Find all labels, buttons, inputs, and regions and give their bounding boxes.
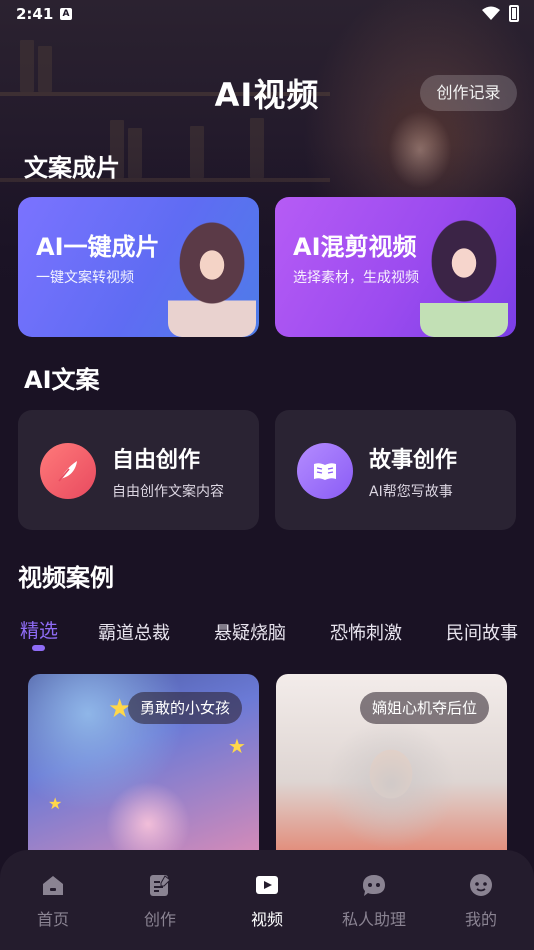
tool-title: 自由创作 bbox=[112, 448, 201, 473]
star-decoration: ★ bbox=[228, 734, 246, 758]
card-character-image bbox=[420, 215, 508, 337]
feather-icon bbox=[40, 443, 96, 499]
nav-video[interactable]: 视频 bbox=[222, 872, 312, 930]
nav-label: 创作 bbox=[143, 910, 176, 929]
tab-horror[interactable]: 恐怖刺激 bbox=[330, 619, 402, 645]
tab-folk-tales[interactable]: 民间故事 bbox=[446, 619, 518, 645]
chat-bubble-icon bbox=[363, 875, 385, 896]
creation-record-button[interactable]: 创作记录 bbox=[420, 75, 517, 111]
profile-icon bbox=[470, 874, 492, 896]
story-creation-card[interactable]: 故事创作 AI帮您写故事 bbox=[275, 410, 516, 530]
tab-suspense[interactable]: 悬疑烧脑 bbox=[214, 619, 286, 645]
home-icon bbox=[43, 876, 63, 895]
card-title: AI一键成片 bbox=[36, 233, 160, 261]
card-subtitle: 一键文案转视频 bbox=[36, 270, 134, 286]
nav-label: 私人助理 bbox=[341, 910, 406, 929]
star-decoration: ★ bbox=[48, 794, 63, 813]
bottom-navigation: 首页 创作 视频 私人助理 我的 bbox=[0, 850, 534, 950]
nav-label: 我的 bbox=[464, 910, 497, 929]
nav-home[interactable]: 首页 bbox=[8, 872, 98, 930]
tab-featured[interactable]: 精选 bbox=[20, 616, 58, 643]
status-time: 2:41 bbox=[16, 5, 54, 23]
section-title-ai-copy: AI文案 bbox=[24, 366, 100, 394]
case-title: 勇敢的小女孩 bbox=[128, 692, 243, 724]
ai-one-click-film-card[interactable]: AI一键成片 一键文案转视频 bbox=[18, 197, 259, 337]
card-subtitle: 选择素材，生成视频 bbox=[293, 270, 419, 286]
video-case-card[interactable]: 嫡姐心机夺后位 bbox=[276, 674, 507, 854]
nav-profile[interactable]: 我的 bbox=[436, 872, 526, 930]
notification-icon: A bbox=[60, 8, 72, 20]
nav-create[interactable]: 创作 bbox=[115, 872, 205, 930]
edit-icon bbox=[150, 875, 171, 896]
free-creation-card[interactable]: 自由创作 自由创作文案内容 bbox=[18, 410, 259, 530]
case-title: 嫡姐心机夺后位 bbox=[360, 692, 490, 724]
nav-assistant[interactable]: 私人助理 bbox=[329, 872, 419, 930]
category-tabs: 精选 霸道总裁 悬疑烧脑 恐怖刺激 民间故事 bbox=[0, 613, 534, 659]
video-play-icon bbox=[256, 876, 278, 894]
section-title-copy-to-film: 文案成片 bbox=[24, 154, 120, 182]
card-character-image bbox=[168, 215, 256, 337]
video-case-card[interactable]: ★ ★ ★ 勇敢的小女孩 bbox=[28, 674, 259, 854]
section-title-video-cases: 视频案例 bbox=[18, 564, 114, 592]
tool-title: 故事创作 bbox=[369, 448, 458, 473]
tool-subtitle: 自由创作文案内容 bbox=[112, 484, 224, 500]
ai-mix-video-card[interactable]: AI混剪视频 选择素材，生成视频 bbox=[275, 197, 516, 337]
tab-domineering-ceo[interactable]: 霸道总裁 bbox=[98, 619, 170, 645]
nav-label: 视频 bbox=[250, 910, 283, 929]
nav-label: 首页 bbox=[36, 910, 69, 929]
tool-subtitle: AI帮您写故事 bbox=[369, 484, 453, 500]
status-bar: 2:41 A bbox=[0, 0, 534, 28]
battery-icon bbox=[509, 5, 519, 22]
card-title: AI混剪视频 bbox=[293, 233, 417, 261]
wifi-icon bbox=[482, 6, 500, 20]
active-tab-indicator bbox=[32, 645, 45, 651]
book-icon bbox=[297, 443, 353, 499]
